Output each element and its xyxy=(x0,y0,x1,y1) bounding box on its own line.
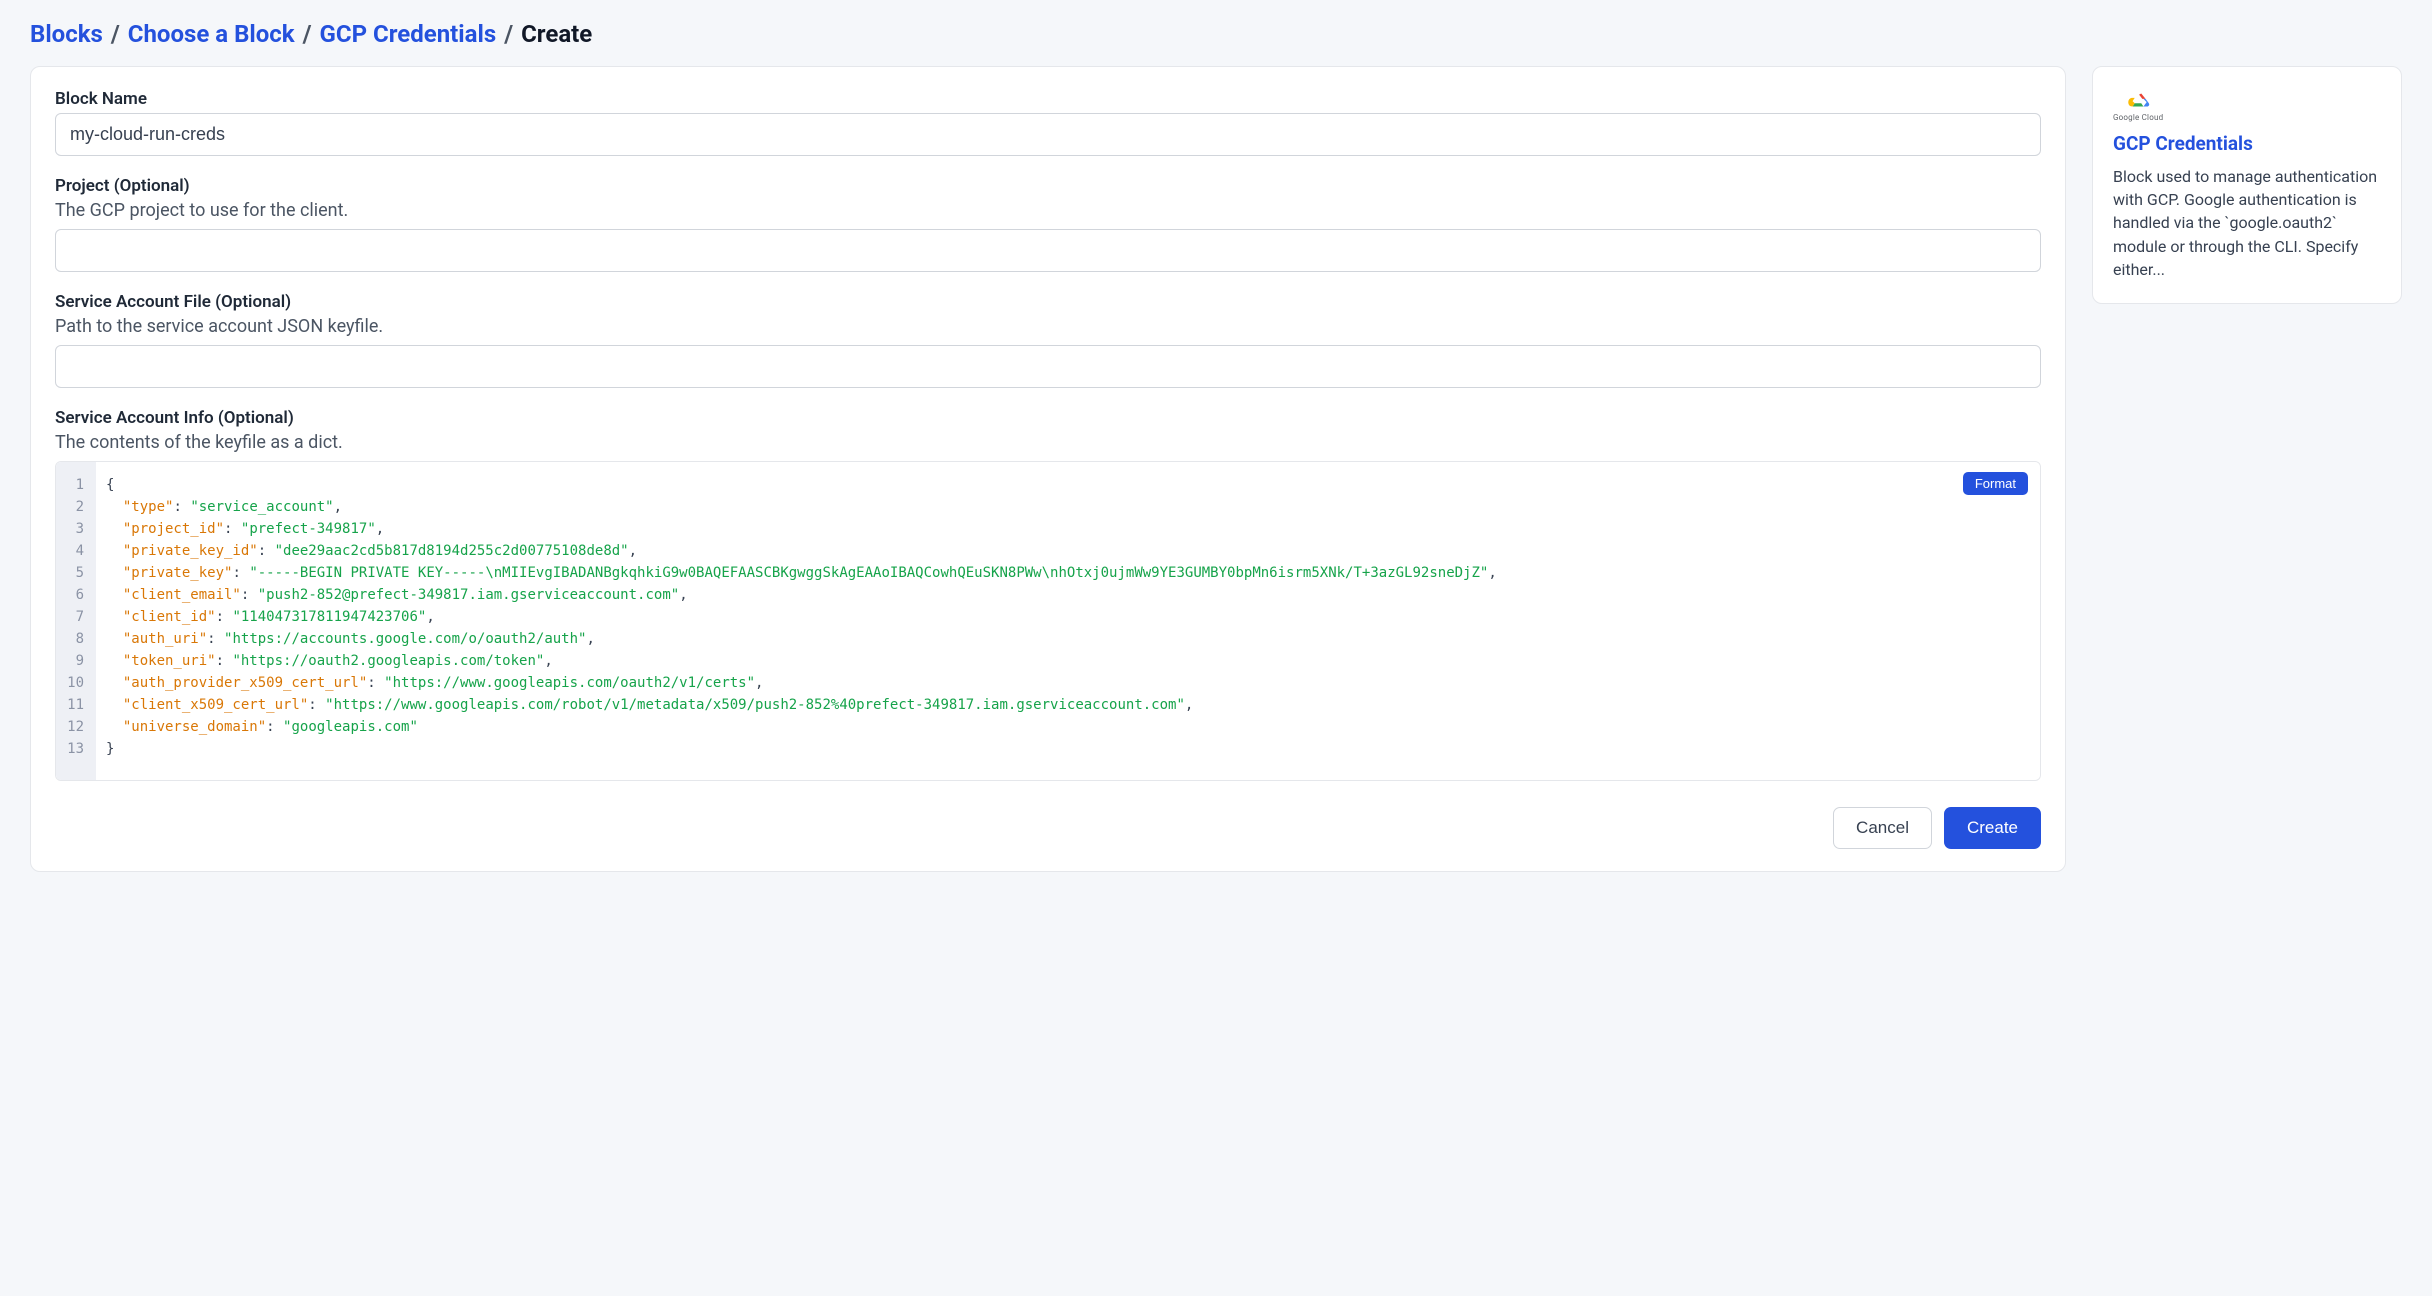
project-label: Project (Optional) xyxy=(55,176,2041,196)
breadcrumb-current: Create xyxy=(521,20,592,48)
project-desc: The GCP project to use for the client. xyxy=(55,200,2041,221)
breadcrumb-gcp-credentials[interactable]: GCP Credentials xyxy=(320,20,497,48)
create-button[interactable]: Create xyxy=(1944,807,2041,849)
field-block-name: Block Name xyxy=(55,89,2041,156)
sidebar-title[interactable]: GCP Credentials xyxy=(2113,132,2381,155)
form-actions: Cancel Create xyxy=(55,807,2041,849)
cancel-button[interactable]: Cancel xyxy=(1833,807,1932,849)
breadcrumb-sep: / xyxy=(504,20,513,48)
block-name-label: Block Name xyxy=(55,89,2041,109)
line-gutter: 12345678910111213 xyxy=(56,462,96,780)
field-service-account-file: Service Account File (Optional) Path to … xyxy=(55,292,2041,388)
block-name-input[interactable] xyxy=(55,113,2041,156)
code-area[interactable]: { "type": "service_account", "project_id… xyxy=(96,462,2040,780)
gcp-logo-text: Google Cloud xyxy=(2113,113,2163,122)
sai-desc: The contents of the keyfile as a dict. xyxy=(55,432,2041,453)
saf-label: Service Account File (Optional) xyxy=(55,292,2041,312)
project-input[interactable] xyxy=(55,229,2041,272)
sai-label: Service Account Info (Optional) xyxy=(55,408,2041,428)
json-editor[interactable]: Format 12345678910111213 { "type": "serv… xyxy=(55,461,2041,781)
saf-input[interactable] xyxy=(55,345,2041,388)
gcp-logo: Google Cloud xyxy=(2113,89,2381,122)
form-card: Block Name Project (Optional) The GCP pr… xyxy=(30,66,2066,872)
breadcrumb-choose-block[interactable]: Choose a Block xyxy=(128,20,295,48)
sidebar-description: Block used to manage authentication with… xyxy=(2113,165,2381,281)
info-sidebar: Google Cloud GCP Credentials Block used … xyxy=(2092,66,2402,304)
breadcrumb-sep: / xyxy=(303,20,312,48)
breadcrumb-blocks[interactable]: Blocks xyxy=(30,20,103,48)
breadcrumb-sep: / xyxy=(111,20,120,48)
saf-desc: Path to the service account JSON keyfile… xyxy=(55,316,2041,337)
field-project: Project (Optional) The GCP project to us… xyxy=(55,176,2041,272)
format-button[interactable]: Format xyxy=(1963,472,2028,495)
field-service-account-info: Service Account Info (Optional) The cont… xyxy=(55,408,2041,781)
breadcrumb: Blocks / Choose a Block / GCP Credential… xyxy=(30,20,2402,48)
google-cloud-icon xyxy=(2125,89,2151,111)
